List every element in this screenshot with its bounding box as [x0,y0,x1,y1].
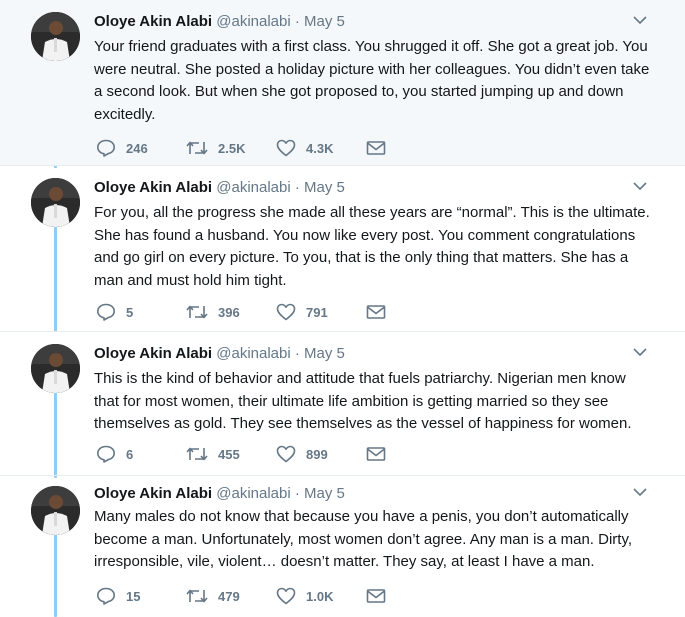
tweet-date[interactable]: May 5 [304,179,345,196]
chevron-down-icon[interactable] [633,181,647,191]
heart-icon [276,303,296,321]
reply-icon [97,445,115,463]
retweet-button[interactable]: 455 [186,446,276,462]
tweet-header: Oloye Akin Alabi @akinalabi · May 5 [94,12,345,32]
like-count: 1.0K [306,588,334,604]
reply-icon [97,303,115,321]
reply-button[interactable]: 5 [96,303,186,321]
retweet-button[interactable]: 396 [186,304,276,320]
tweet-actions: 15 479 1.0K [96,586,396,606]
reply-count: 246 [126,140,148,156]
like-count: 4.3K [306,140,334,156]
tweet-actions: 5 396 791 [96,302,396,322]
chevron-down-icon[interactable] [633,487,647,497]
like-button[interactable]: 791 [276,303,366,321]
like-button[interactable]: 4.3K [276,139,366,157]
tweet-header: Oloye Akin Alabi @akinalabi · May 5 [94,344,345,364]
author-handle[interactable]: @akinalabi [216,179,290,196]
avatar[interactable] [31,486,80,535]
envelope-icon [366,305,386,319]
like-button[interactable]: 899 [276,445,366,463]
reply-count: 5 [126,304,134,320]
tweet-header: Oloye Akin Alabi @akinalabi · May 5 [94,178,345,198]
like-count: 791 [306,304,328,320]
separator: · [294,179,300,196]
tweet[interactable]: Oloye Akin Alabi @akinalabi · May 5 Many… [0,476,685,617]
retweet-button[interactable]: 479 [186,588,276,604]
avatar[interactable] [31,12,80,61]
retweet-count: 396 [218,304,240,320]
tweet-thread: Oloye Akin Alabi @akinalabi · May 5 Your… [0,0,685,617]
tweet-text: Many males do not know that because you … [94,508,633,570]
retweet-icon [186,305,208,319]
chevron-down-icon[interactable] [633,15,647,25]
envelope-icon [366,447,386,461]
tweet-actions: 6 455 899 [96,444,396,464]
retweet-button[interactable]: 2.5K [186,140,276,156]
reply-button[interactable]: 246 [96,139,186,157]
author-handle[interactable]: @akinalabi [216,13,290,30]
author-name[interactable]: Oloye Akin Alabi [94,485,212,502]
heart-icon [276,139,296,157]
direct-message-button[interactable] [366,446,396,462]
envelope-icon [366,141,386,155]
reply-icon [97,139,115,157]
heart-icon [276,587,296,605]
tweet[interactable]: Oloye Akin Alabi @akinalabi · May 5 This… [0,332,685,476]
avatar[interactable] [31,178,80,227]
separator: · [294,13,300,30]
retweet-icon [186,141,208,155]
reply-count: 15 [126,588,141,604]
author-handle[interactable]: @akinalabi [216,345,290,362]
author-handle[interactable]: @akinalabi [216,485,290,502]
retweet-icon [186,447,208,461]
direct-message-button[interactable] [366,304,396,320]
retweet-count: 455 [218,446,240,462]
author-name[interactable]: Oloye Akin Alabi [94,13,212,30]
tweet-date[interactable]: May 5 [304,13,345,30]
retweet-icon [186,589,208,603]
tweet-actions: 246 2.5K 4.3K [96,138,396,158]
heart-icon [276,445,296,463]
separator: · [294,345,300,362]
reply-count: 6 [126,446,134,462]
envelope-icon [366,589,386,603]
author-name[interactable]: Oloye Akin Alabi [94,345,212,362]
separator: · [294,485,300,502]
avatar[interactable] [31,344,80,393]
tweet-date[interactable]: May 5 [304,485,345,502]
author-name[interactable]: Oloye Akin Alabi [94,179,212,196]
tweet-date[interactable]: May 5 [304,345,345,362]
tweet-text: For you, all the progress she made all t… [94,204,650,289]
retweet-count: 2.5K [218,140,246,156]
chevron-down-icon[interactable] [633,347,647,357]
tweet[interactable]: Oloye Akin Alabi @akinalabi · May 5 Your… [0,0,685,166]
tweet-text: This is the kind of behavior and attitud… [94,370,632,432]
direct-message-button[interactable] [366,588,396,604]
like-count: 899 [306,446,328,462]
tweet[interactable]: Oloye Akin Alabi @akinalabi · May 5 For … [0,166,685,332]
reply-button[interactable]: 15 [96,587,186,605]
reply-button[interactable]: 6 [96,445,186,463]
direct-message-button[interactable] [366,140,396,156]
tweet-header: Oloye Akin Alabi @akinalabi · May 5 [94,484,345,504]
like-button[interactable]: 1.0K [276,587,366,605]
retweet-count: 479 [218,588,240,604]
reply-icon [97,587,115,605]
tweet-text: Your friend graduates with a first class… [94,38,650,123]
